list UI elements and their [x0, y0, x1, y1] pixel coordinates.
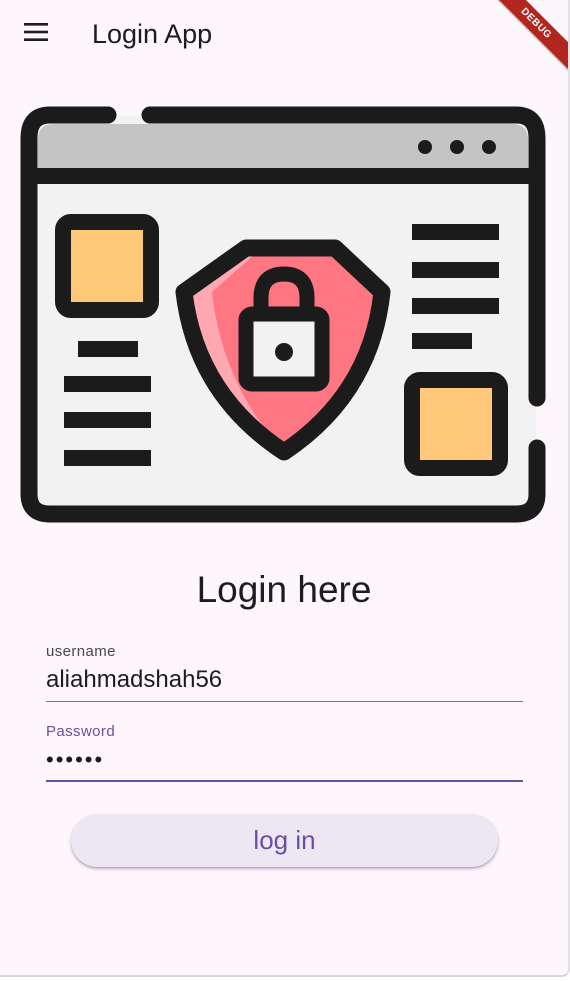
- username-underline: [46, 701, 523, 702]
- app-title: Login App: [92, 19, 213, 49]
- login-button[interactable]: log in: [71, 814, 498, 867]
- browser-security-illustration: [16, 102, 550, 524]
- password-underline: [46, 780, 523, 782]
- password-field[interactable]: Password ••••••: [46, 723, 523, 785]
- password-input[interactable]: ••••••: [46, 743, 523, 777]
- app-bar: Login App: [0, 0, 568, 68]
- app-screen: Login App DEBUG Login here username alia…: [0, 0, 570, 977]
- login-heading: Login here: [196, 569, 372, 610]
- menu-button[interactable]: [14, 14, 58, 54]
- username-input[interactable]: aliahmadshah56: [46, 663, 523, 697]
- password-label: Password: [46, 723, 116, 740]
- username-label: username: [46, 643, 116, 660]
- menu-icon: [24, 22, 48, 46]
- username-field[interactable]: username aliahmadshah56: [46, 643, 523, 705]
